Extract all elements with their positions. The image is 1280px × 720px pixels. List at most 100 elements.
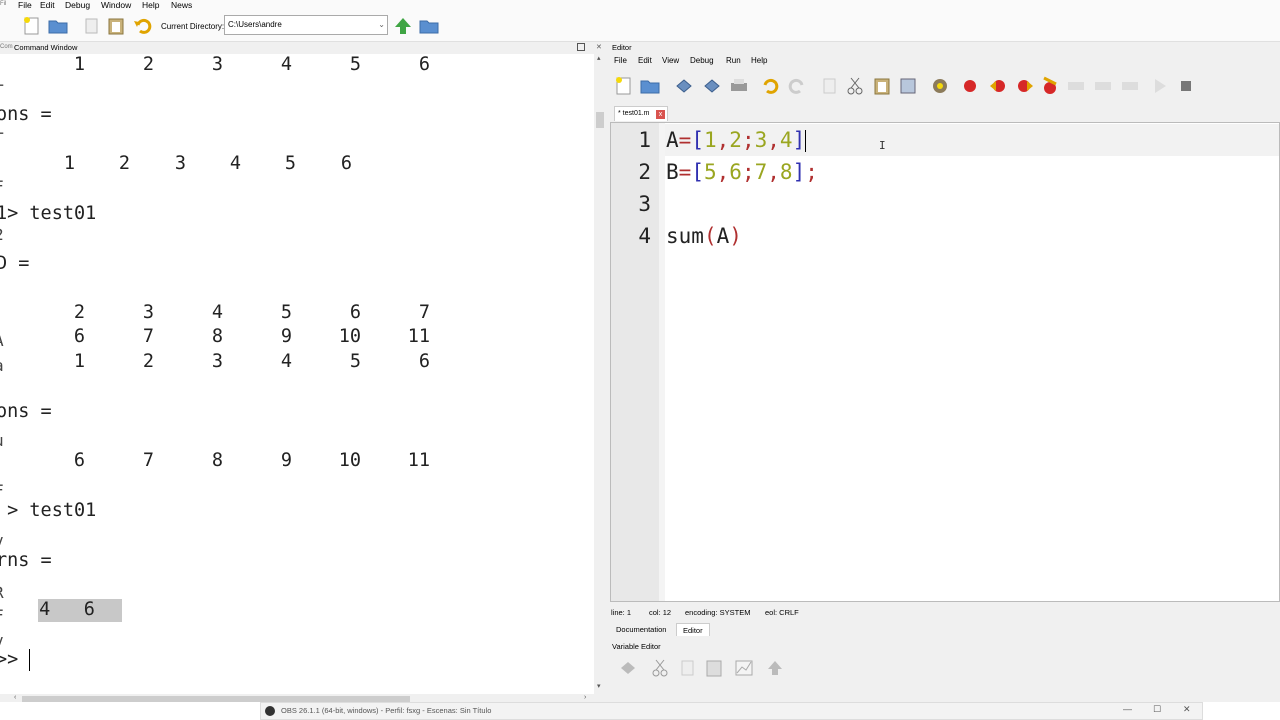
obs-window-titlebar[interactable]: OBS 26.1.1 (64-bit, windows) - Perfil: f… [260,702,1203,720]
output-value: 4 [229,153,241,174]
code-token: ] [792,160,806,184]
menu-help[interactable]: Help [142,0,159,11]
splitter[interactable]: ▴ ▾ [596,42,606,694]
copy-icon[interactable] [678,658,698,678]
minimize-icon[interactable]: — [1123,704,1132,714]
code-token: 7 [754,160,768,184]
code-token: sum [666,224,704,248]
print-icon[interactable] [729,76,749,96]
up-directory-icon[interactable] [393,16,413,36]
menu-news[interactable]: News [171,0,192,11]
output-value: 10 [338,326,361,347]
tab-editor[interactable]: Editor [676,623,710,636]
close-icon[interactable]: x [656,110,665,119]
cut-icon[interactable] [845,76,865,96]
find-replace-icon[interactable] [898,76,918,96]
scroll-up-icon[interactable]: ▴ [597,54,601,62]
output-value: 6 [340,153,352,174]
run-icon[interactable] [1150,76,1170,96]
cut-icon[interactable] [650,658,670,678]
up-icon[interactable] [765,658,785,678]
output-value: 8 [211,326,223,347]
output-value: 5 [280,302,292,323]
plot-icon[interactable] [734,658,754,678]
editor-menu-help[interactable]: Help [751,56,767,66]
output-value: 1 [63,153,75,174]
chevron-down-icon[interactable]: ⌄ [378,16,385,34]
fold-margin[interactable] [659,123,665,601]
gear-icon[interactable] [930,76,950,96]
copy-icon[interactable] [820,76,840,96]
menu-window[interactable]: Window [101,0,131,11]
code-line[interactable]: sum(A) [666,220,742,252]
close-panel-icon[interactable]: ✕ [596,43,602,51]
scroll-down-icon[interactable]: ▾ [597,682,601,690]
scroll-left-icon[interactable]: ‹ [14,694,16,701]
command-window[interactable]: 1 2 3 4 5 6 ons = 1 2 3 4 5 6 1> test01 D = 2 3 4 5 6 7 6 7 8 9 1… [0,54,594,694]
copy-icon[interactable] [82,16,102,36]
breakpoint-icon[interactable] [960,76,980,96]
output-text: ons = [0,401,52,422]
editor-menu-run[interactable]: Run [726,56,741,66]
redo-icon[interactable] [787,76,807,96]
paste-icon[interactable] [872,76,892,96]
status-col: col: 12 [649,608,672,617]
paste-icon[interactable] [704,658,724,678]
close-icon[interactable]: ✕ [1183,704,1191,715]
tab-documentation[interactable]: Documentation [610,623,672,636]
editor-menu-view[interactable]: View [662,56,679,66]
step-out-icon[interactable] [1120,76,1140,96]
maximize-icon[interactable]: ☐ [1153,704,1161,715]
next-breakpoint-icon[interactable] [1015,76,1035,96]
previous-breakpoint-icon[interactable] [988,76,1008,96]
save-as-icon[interactable] [702,76,722,96]
undo-icon[interactable] [133,16,153,36]
code-line[interactable]: B=[5,6;7,8]; [666,156,818,188]
code-token: 3 [754,128,768,152]
new-script-icon[interactable] [22,16,42,36]
save-icon[interactable] [674,76,694,96]
code-token: , [716,128,730,152]
code-token: 8 [779,160,793,184]
code-token: = [678,128,692,152]
new-file-icon[interactable] [614,76,634,96]
current-directory-input[interactable]: C:\Users\andre ⌄ [224,15,388,35]
prompt-text: >> [0,649,19,670]
paste-icon[interactable] [106,16,126,36]
command-window-title: Command Window [14,43,78,52]
step-icon[interactable] [1066,76,1086,96]
editor-titlebar: ✕ Editor [596,42,1280,54]
output-value: 2 [142,351,154,372]
code-token: A [716,224,730,248]
undock-icon[interactable] [577,43,585,51]
editor-menu-file[interactable]: File [614,56,627,66]
open-file-icon[interactable] [640,76,660,96]
menu-debug[interactable]: Debug [65,0,90,11]
scroll-right-icon[interactable]: › [584,694,586,701]
clipped-glyph: a [0,355,4,377]
code-token: B [666,160,679,184]
command-prompt[interactable]: >> [0,649,31,671]
tab-test01-m[interactable]: * test01.m x [614,106,668,121]
stop-icon[interactable] [1176,76,1196,96]
menu-edit[interactable]: Edit [40,0,55,11]
clipped-glyph: A [0,330,4,352]
code-editor[interactable]: I 1 A=[1,2;3,4] 2 B=[5,6;7,8]; 3 4 sum(A) [610,122,1280,602]
code-line[interactable]: A=[1,2;3,4] [666,124,807,156]
open-folder-icon[interactable] [48,16,68,36]
output-value: 7 [142,326,154,347]
browse-folder-icon[interactable] [419,16,439,36]
step-in-icon[interactable] [1093,76,1113,96]
undo-icon[interactable] [760,76,780,96]
output-value: 2 [142,54,154,75]
menu-file[interactable]: File [18,0,32,11]
clear-breakpoints-icon[interactable] [1040,76,1060,96]
code-token: ; [805,160,818,184]
output-value: 1 [73,54,85,75]
code-token: 1 [703,128,717,152]
editor-menu-debug[interactable]: Debug [690,56,714,66]
clipped-glyph: F [0,605,4,627]
output-value: 6 [73,450,85,471]
save-icon[interactable] [618,658,638,678]
editor-menu-edit[interactable]: Edit [638,56,652,66]
